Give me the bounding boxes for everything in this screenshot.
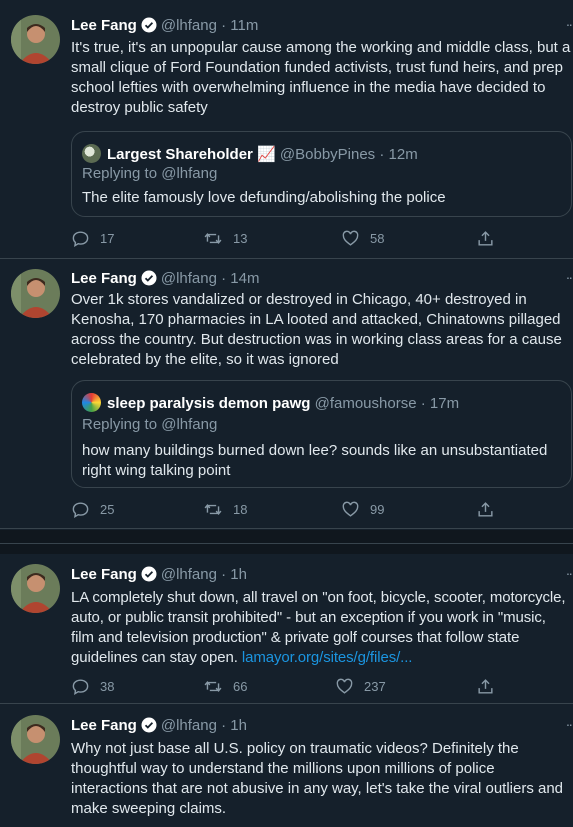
avatar[interactable] xyxy=(11,564,60,613)
reply-count: 17 xyxy=(100,230,115,246)
author-handle[interactable]: @lhfang xyxy=(161,566,217,583)
timestamp[interactable]: · 1h xyxy=(221,717,247,734)
tweet[interactable]: Lee Fang @lhfang · 11m ·· It's true, it's… xyxy=(0,0,573,259)
share-button[interactable] xyxy=(476,676,505,696)
quoted-author-handle: @famoushorse xyxy=(314,395,417,412)
tweet-text: Why not just base all U.S. policy on tra… xyxy=(71,740,564,817)
share-button[interactable] xyxy=(476,499,505,519)
reply-button[interactable]: 17 xyxy=(71,228,114,248)
like-button[interactable]: 237 xyxy=(335,676,386,696)
author-name[interactable]: Lee Fang xyxy=(71,717,137,734)
verified-badge-icon xyxy=(141,717,157,736)
retweet-button[interactable]: 13 xyxy=(203,228,247,248)
retweet-count: 66 xyxy=(233,678,248,694)
replying-to-label: Replying to xyxy=(82,416,158,433)
retweet-count: 18 xyxy=(233,501,248,517)
avatar[interactable] xyxy=(11,715,60,764)
reply-icon xyxy=(72,230,89,247)
more-options-icon[interactable]: ·· xyxy=(566,716,573,732)
reply-count: 25 xyxy=(100,501,115,517)
share-icon xyxy=(478,678,493,694)
heart-icon xyxy=(342,230,359,246)
avatar[interactable] xyxy=(11,269,60,318)
timestamp[interactable]: · 14m xyxy=(221,270,259,287)
quoted-tweet[interactable]: sleep paralysis demon pawg @famoushorse … xyxy=(71,380,572,488)
tweet-header: Lee Fang @lhfang · 14m xyxy=(71,269,553,289)
heart-icon xyxy=(342,501,359,517)
tweet[interactable]: Lee Fang @lhfang · 1h ·· LA completely sh… xyxy=(0,554,573,704)
reply-count: 38 xyxy=(100,678,115,694)
timestamp[interactable]: · 1h xyxy=(221,566,247,583)
author-handle[interactable]: @lhfang xyxy=(161,270,217,287)
replying-to-label: Replying to xyxy=(82,165,158,182)
tweet-text: Over 1k stores vandalized or destroyed i… xyxy=(71,291,562,368)
quoted-header: Largest Shareholder 📈 @BobbyPines · 12m xyxy=(82,144,418,165)
quoted-timestamp: · 17m xyxy=(420,395,460,412)
tweet-header: Lee Fang @lhfang · 1h xyxy=(71,565,553,585)
reply-icon xyxy=(72,501,89,518)
like-count: 99 xyxy=(370,501,385,517)
section-gap xyxy=(0,530,573,554)
like-button[interactable]: 58 xyxy=(341,228,384,248)
tweet-header: Lee Fang @lhfang · 11m xyxy=(71,16,553,36)
reply-button[interactable]: 38 xyxy=(71,676,114,696)
author-name[interactable]: Lee Fang xyxy=(71,17,137,34)
more-options-icon[interactable]: ·· xyxy=(566,565,573,581)
retweet-count: 13 xyxy=(233,230,248,246)
retweet-icon xyxy=(204,503,222,515)
verified-badge-icon xyxy=(141,17,157,36)
share-button[interactable] xyxy=(476,228,505,248)
author-name[interactable]: Lee Fang xyxy=(71,270,137,287)
quoted-text: The elite famously love defunding/abolis… xyxy=(82,189,446,206)
tweet-actions: 38 66 237 xyxy=(71,676,501,696)
quoted-author-name: Largest Shareholder 📈 xyxy=(107,146,276,163)
verified-badge-icon xyxy=(141,270,157,289)
tweet[interactable]: Lee Fang @lhfang · 1h ·· Why not just bas… xyxy=(0,704,573,827)
reply-icon xyxy=(72,678,89,695)
replying-to-handle: @lhfang xyxy=(161,416,218,433)
quoted-avatar xyxy=(82,144,101,163)
replying-to: Replying to @lhfang xyxy=(82,164,217,184)
retweet-icon xyxy=(204,680,222,692)
heart-icon xyxy=(336,678,353,694)
timeline: Lee Fang @lhfang · 11m ·· It's true, it's… xyxy=(0,0,573,827)
verified-badge-icon xyxy=(141,566,157,585)
like-button[interactable]: 99 xyxy=(341,499,384,519)
author-handle[interactable]: @lhfang xyxy=(161,17,217,34)
like-count: 237 xyxy=(364,678,386,694)
retweet-button[interactable]: 66 xyxy=(203,676,247,696)
quoted-avatar xyxy=(82,393,101,412)
tweet-actions: 25 18 99 xyxy=(71,499,501,519)
author-handle[interactable]: @lhfang xyxy=(161,717,217,734)
reply-button[interactable]: 25 xyxy=(71,499,114,519)
more-options-icon[interactable]: ·· xyxy=(566,16,573,32)
retweet-button[interactable]: 18 xyxy=(203,499,247,519)
tweet-link[interactable]: lamayor.org/sites/g/files/... xyxy=(242,649,413,666)
quoted-author-name: sleep paralysis demon pawg xyxy=(107,395,311,412)
quoted-tweet[interactable]: Largest Shareholder 📈 @BobbyPines · 12m … xyxy=(71,131,572,217)
quoted-text: how many buildings burned down lee? soun… xyxy=(82,442,548,479)
tweet-text: It's true, it's an unpopular cause among… xyxy=(71,39,571,116)
more-options-icon[interactable]: ·· xyxy=(566,269,573,285)
quoted-author-handle: @BobbyPines xyxy=(279,146,376,163)
share-icon xyxy=(478,501,493,517)
tweet[interactable]: Lee Fang @lhfang · 14m ·· Over 1k stores … xyxy=(0,259,573,529)
author-name[interactable]: Lee Fang xyxy=(71,566,137,583)
retweet-icon xyxy=(204,232,222,244)
tweet-actions: 17 13 58 xyxy=(71,228,501,248)
timestamp[interactable]: · 11m xyxy=(221,17,258,34)
share-icon xyxy=(478,230,493,246)
quoted-header: sleep paralysis demon pawg @famoushorse … xyxy=(82,393,459,414)
tweet-text: LA completely shut down, all travel on "… xyxy=(71,588,572,668)
avatar[interactable] xyxy=(11,15,60,64)
tweet-header: Lee Fang @lhfang · 1h xyxy=(71,716,553,736)
replying-to: Replying to @lhfang xyxy=(82,415,217,435)
like-count: 58 xyxy=(370,230,385,246)
quoted-timestamp: · 12m xyxy=(379,146,418,163)
replying-to-handle: @lhfang xyxy=(161,165,218,182)
divider xyxy=(0,543,573,544)
